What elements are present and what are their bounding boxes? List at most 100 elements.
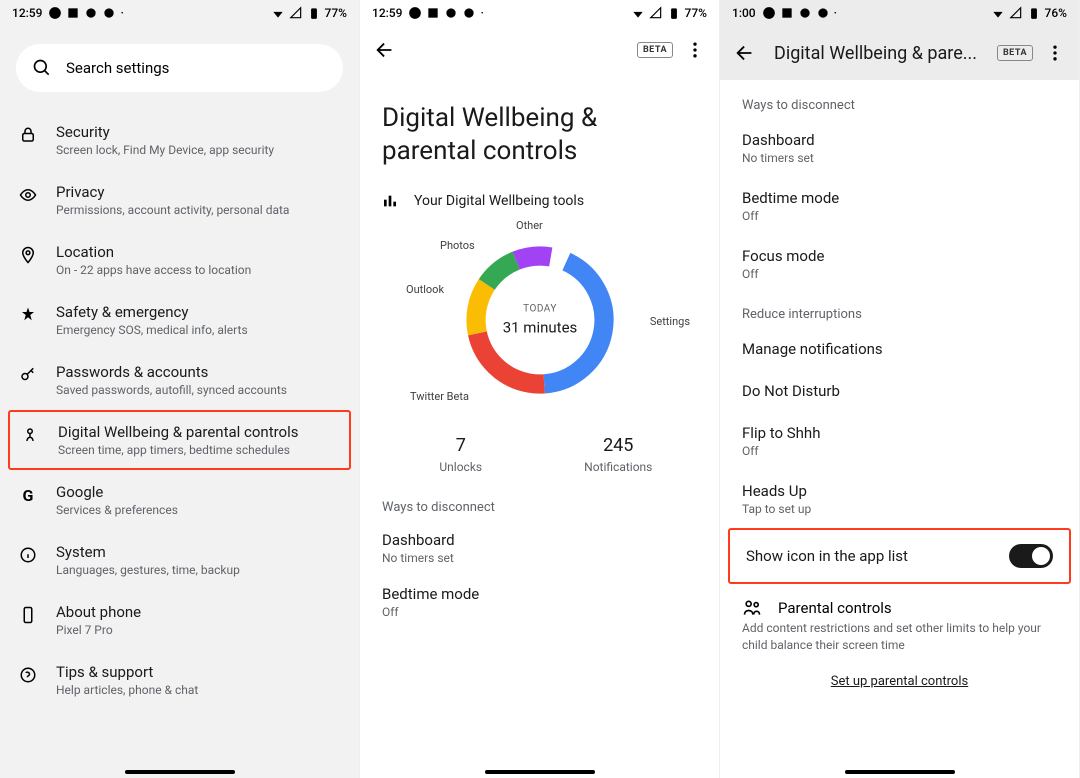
stat-label: Notifications xyxy=(540,460,698,474)
item-sub: Pixel 7 Pro xyxy=(56,623,341,637)
back-icon[interactable] xyxy=(374,39,396,61)
row-show-icon-toggle[interactable]: Show icon in the app list xyxy=(728,528,1071,584)
stat-num: 245 xyxy=(540,435,698,456)
info-icon xyxy=(19,546,37,564)
appbar-title: Digital Wellbeing & pare... xyxy=(774,43,977,64)
parental-icon xyxy=(742,598,762,618)
row-title: Flip to Shhh xyxy=(742,424,1057,442)
toggle-knob xyxy=(1032,547,1050,565)
item-sub: Services & preferences xyxy=(56,503,341,517)
search-label: Search settings xyxy=(66,59,169,77)
back-icon[interactable] xyxy=(734,42,756,64)
row-dashboard[interactable]: DashboardNo timers set xyxy=(720,119,1079,177)
settings-item-privacy[interactable]: PrivacyPermissions, account activity, pe… xyxy=(0,170,359,230)
settings-item-tips[interactable]: Tips & support Help articles, phone & cha… xyxy=(0,650,359,710)
settings-item-safety[interactable]: Safety & emergencyEmergency SOS, medical… xyxy=(0,290,359,350)
usage-chart[interactable]: TODAY 31 minutes Settings Twitter Beta O… xyxy=(360,215,720,425)
row-flip-to-shhh[interactable]: Flip to Shhh Off xyxy=(720,412,1079,470)
signal-icon xyxy=(1009,6,1023,20)
stat-unlocks[interactable]: 7 Unlocks xyxy=(382,435,540,474)
row-dnd[interactable]: Do Not Disturb xyxy=(720,370,1079,412)
tools-header-text: Your Digital Wellbeing tools xyxy=(414,193,584,209)
gesture-bar[interactable] xyxy=(485,770,595,774)
settings-item-system[interactable]: System Languages, gestures, time, backup xyxy=(0,530,359,590)
battery-percent: 77% xyxy=(325,6,347,20)
gesture-bar[interactable] xyxy=(845,770,955,774)
item-title: Passwords & accounts xyxy=(56,363,341,381)
toggle-switch[interactable] xyxy=(1009,544,1053,568)
wifi-icon xyxy=(271,6,285,20)
item-title: Tips & support xyxy=(56,663,341,681)
p3-list: Ways to disconnect DashboardNo timers se… xyxy=(720,80,1079,699)
row-title: Heads Up xyxy=(742,482,1057,500)
notif-icon xyxy=(798,6,812,20)
search-icon xyxy=(32,58,52,78)
item-title: Location xyxy=(56,243,341,261)
settings-item-about[interactable]: About phonePixel 7 Pro xyxy=(0,590,359,650)
settings-item-digital-wellbeing[interactable]: Digital Wellbeing & parental controls Scr… xyxy=(10,412,349,468)
item-sub: Screen time, app timers, bedtime schedul… xyxy=(58,443,339,457)
item-sub: On - 22 apps have access to location xyxy=(56,263,341,277)
page-title: Digital Wellbeing & parental controls xyxy=(360,74,719,175)
settings-list: Security Screen lock, Find My Device, app… xyxy=(0,110,359,710)
appbar: BETA xyxy=(360,26,719,74)
overflow-dot: · xyxy=(480,6,483,20)
status-left-icons: · xyxy=(408,6,483,20)
settings-root-panel: 12:59 · 77% Search settings SecurityScre… xyxy=(0,0,360,778)
status-time: 1:00 xyxy=(732,6,756,20)
settings-item-google[interactable]: G GoogleServices & preferences xyxy=(0,470,359,530)
notif-icon xyxy=(84,6,98,20)
messenger-icon xyxy=(762,6,776,20)
item-sub: Permissions, account activity, personal … xyxy=(56,203,341,217)
row-parental-controls[interactable]: Parental controls xyxy=(720,584,1079,620)
item-sub: Help articles, phone & chat xyxy=(56,683,341,697)
phone-icon xyxy=(19,606,37,624)
row-title: Focus mode xyxy=(742,247,1057,265)
row-focus-mode[interactable]: Focus mode Off xyxy=(720,235,1079,293)
key-icon xyxy=(19,366,37,384)
notif-icon xyxy=(462,6,476,20)
row-sub: Off xyxy=(742,444,1057,458)
battery-percent: 77% xyxy=(685,6,707,20)
row-dashboard[interactable]: Dashboard No timers set xyxy=(360,521,719,575)
settings-item-location[interactable]: Location On - 22 apps have access to loca… xyxy=(0,230,359,290)
gesture-bar[interactable] xyxy=(125,770,235,774)
safety-icon xyxy=(19,306,37,324)
appbar-collapsed: 1:00 · 76% Digital Wellbeing & pare... xyxy=(720,0,1079,80)
beta-badge: BETA xyxy=(997,45,1033,61)
settings-item-passwords[interactable]: Passwords & accounts Saved passwords, aut… xyxy=(0,350,359,410)
search-settings[interactable]: Search settings xyxy=(16,44,343,92)
overflow-menu-icon[interactable] xyxy=(685,40,705,60)
chart-center: TODAY 31 minutes xyxy=(503,304,578,337)
chart-label-settings: Settings xyxy=(650,315,690,328)
item-sub: Languages, gestures, time, backup xyxy=(56,563,341,577)
digital-wellbeing-scrolled-panel: 1:00 · 76% Digital Wellbeing & pare... xyxy=(720,0,1080,778)
stat-label: Unlocks xyxy=(382,460,540,474)
row-heads-up[interactable]: Heads UpTap to set up xyxy=(720,470,1079,528)
chart-label-photos: Photos xyxy=(440,239,475,252)
row-sub: Off xyxy=(382,605,697,619)
status-left-icons: · xyxy=(48,6,123,20)
setup-parental-link[interactable]: Set up parental controls xyxy=(720,654,1079,699)
item-title: System xyxy=(56,543,341,561)
slack-icon xyxy=(426,6,440,20)
item-sub: Screen lock, Find My Device, app securit… xyxy=(56,143,341,157)
row-bedtime[interactable]: Bedtime mode Off xyxy=(360,575,719,629)
bar-chart-icon xyxy=(382,193,398,209)
notif-icon xyxy=(816,6,830,20)
row-title: Dashboard xyxy=(742,131,1057,149)
settings-item-security[interactable]: Security Screen lock, Find My Device, app… xyxy=(0,110,359,170)
item-title: Security xyxy=(56,123,341,141)
row-title: Bedtime mode xyxy=(742,189,1057,207)
row-title: Dashboard xyxy=(382,531,697,549)
row-sub: Off xyxy=(742,267,1057,281)
item-title: Digital Wellbeing & parental controls xyxy=(58,423,339,441)
item-sub: Saved passwords, autofill, synced accoun… xyxy=(56,383,341,397)
row-manage-notifications[interactable]: Manage notifications xyxy=(720,328,1079,370)
row-bedtime[interactable]: Bedtime modeOff xyxy=(720,177,1079,235)
stat-notifications[interactable]: 245 Notifications xyxy=(540,435,698,474)
wifi-icon xyxy=(631,6,645,20)
overflow-menu-icon[interactable] xyxy=(1045,43,1065,63)
chart-today-label: TODAY xyxy=(503,304,578,315)
google-icon: G xyxy=(23,486,34,505)
